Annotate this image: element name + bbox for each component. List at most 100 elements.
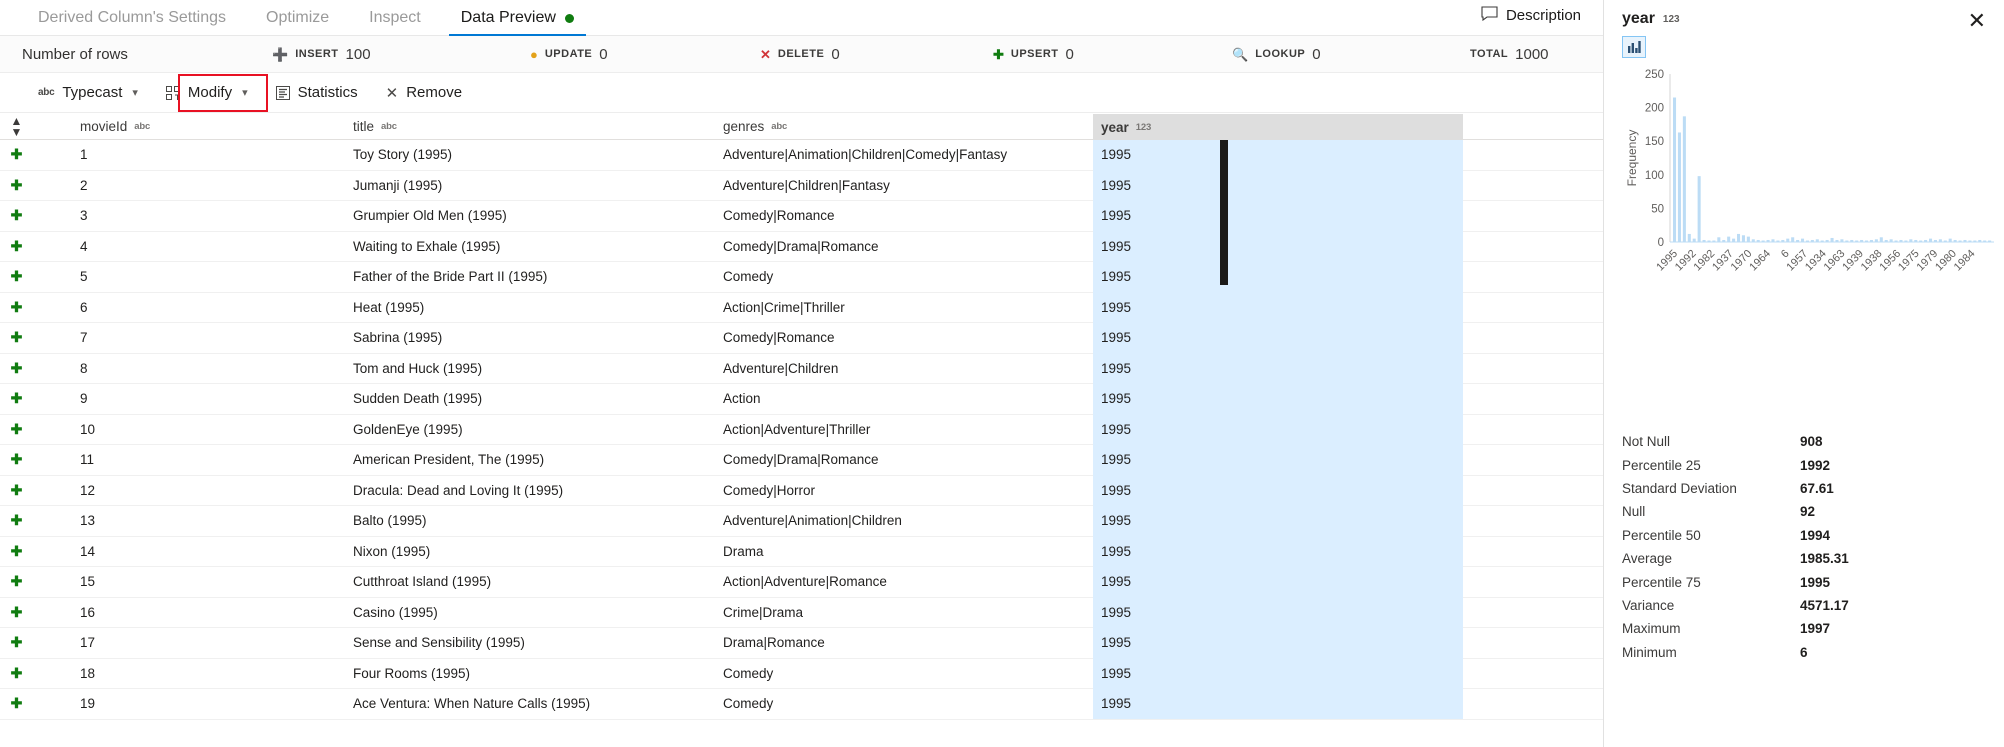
- plus-icon: ✚: [10, 146, 23, 163]
- description-label: Description: [1505, 7, 1581, 24]
- cell-year: 1995: [1093, 597, 1463, 628]
- column-type: 123: [1135, 121, 1152, 133]
- statistics-button[interactable]: Statistics: [262, 78, 372, 107]
- table-row[interactable]: ✚ 4 Waiting to Exhale (1995) Comedy|Drama|R…: [0, 231, 1603, 262]
- table-row[interactable]: ✚ 1 Toy Story (1995) Adventure|Animation|Ch…: [0, 139, 1603, 171]
- expand-row-button[interactable]: ✚: [0, 604, 33, 621]
- column-header-movieid[interactable]: movieId abc: [33, 119, 353, 134]
- statistic-row: Percentile 75 1995: [1622, 570, 1990, 593]
- frequency-histogram: 0 50 100 150 200 250 Frequency 1995 1992 1982 1937…: [1622, 64, 2000, 314]
- abc-icon: abc: [38, 87, 55, 98]
- expand-row-button[interactable]: ✚: [0, 329, 33, 346]
- expand-row-button[interactable]: ✚: [0, 512, 33, 529]
- column-header-genres[interactable]: genres abc: [723, 119, 1093, 134]
- bar-chart-icon[interactable]: [1622, 36, 1646, 58]
- grid-header-row: ▲ ▼ movieId abc title abc genres abc year…: [0, 114, 1603, 140]
- statistic-row: Percentile 25 1992: [1622, 453, 1990, 476]
- modify-button[interactable]: Modify ▾: [152, 78, 262, 107]
- cell-genres: Drama|Romance: [723, 635, 825, 651]
- tab-optimize[interactable]: Optimize: [246, 9, 349, 35]
- table-row[interactable]: ✚ 7 Sabrina (1995) Comedy|Romance 1995: [0, 322, 1603, 354]
- cell-title: Tom and Huck (1995): [353, 360, 483, 376]
- cell-genres: Crime|Drama: [723, 604, 804, 620]
- expand-row-button[interactable]: ✚: [0, 390, 33, 407]
- expand-row-button[interactable]: ✚: [0, 146, 33, 163]
- tab-inspect[interactable]: Inspect: [349, 9, 441, 35]
- cell-movieid: 3: [80, 208, 88, 224]
- statistic-value: 67.61: [1800, 480, 1834, 496]
- column-header-title[interactable]: title abc: [353, 119, 723, 134]
- expand-row-button[interactable]: ✚: [0, 177, 33, 194]
- sort-icon: ▲ ▼: [10, 114, 23, 139]
- cell-title: Ace Ventura: When Nature Calls (1995): [353, 696, 591, 712]
- plus-icon: ✚: [10, 329, 23, 346]
- cell-title: Grumpier Old Men (1995): [353, 208, 507, 224]
- pencil-dot-icon: ●: [530, 46, 538, 62]
- statistic-label: Standard Deviation: [1622, 480, 1737, 496]
- expand-row-button[interactable]: ✚: [0, 634, 33, 651]
- typecast-label: Typecast: [62, 84, 123, 101]
- column-header-year[interactable]: year 123: [1093, 114, 1463, 140]
- table-row[interactable]: ✚ 14 Nixon (1995) Drama 1995: [0, 536, 1603, 567]
- cell-movieid: 12: [80, 482, 96, 498]
- statistic-value: 1992: [1800, 457, 1831, 473]
- table-row[interactable]: ✚ 5 Father of the Bride Part II (1995) Come…: [0, 261, 1603, 293]
- expand-row-button[interactable]: ✚: [0, 360, 33, 377]
- expand-row-button[interactable]: ✚: [0, 238, 33, 255]
- tab-derived-columns-settings[interactable]: Derived Column's Settings: [18, 9, 246, 35]
- cell-movieid: 14: [80, 543, 96, 559]
- table-row[interactable]: ✚ 15 Cutthroat Island (1995) Action|Adventu…: [0, 566, 1603, 598]
- expand-row-button[interactable]: ✚: [0, 268, 33, 285]
- table-row[interactable]: ✚ 16 Casino (1995) Crime|Drama 1995: [0, 597, 1603, 628]
- modify-label: Modify: [187, 84, 233, 101]
- table-row[interactable]: ✚ 8 Tom and Huck (1995) Adventure|Children 1…: [0, 353, 1603, 384]
- statistic-row: Average 1985.31: [1622, 547, 1990, 570]
- count-total: TOTAL 1000: [1470, 46, 1549, 63]
- cell-genres: Adventure|Animation|Children: [723, 513, 902, 529]
- table-row[interactable]: ✚ 9 Sudden Death (1995) Action 1995: [0, 383, 1603, 415]
- expand-row-button[interactable]: ✚: [0, 482, 33, 499]
- description-button[interactable]: Description: [1481, 6, 1581, 25]
- table-row[interactable]: ✚ 6 Heat (1995) Action|Crime|Thriller 1995: [0, 292, 1603, 323]
- table-row[interactable]: ✚ 19 Ace Ventura: When Nature Calls (1995)…: [0, 688, 1603, 720]
- svg-text:50: 50: [1651, 203, 1664, 215]
- expand-row-button[interactable]: ✚: [0, 451, 33, 468]
- tab-label: Derived Column's Settings: [38, 9, 227, 26]
- expand-row-button[interactable]: ✚: [0, 695, 33, 712]
- sort-toggle[interactable]: ▲ ▼: [0, 114, 33, 139]
- count-value: 0: [1312, 45, 1321, 63]
- expand-row-button[interactable]: ✚: [0, 421, 33, 438]
- cell-title: Sense and Sensibility (1995): [353, 635, 525, 651]
- expand-row-button[interactable]: ✚: [0, 207, 33, 224]
- table-row[interactable]: ✚ 10 GoldenEye (1995) Action|Adventure|Thri…: [0, 414, 1603, 445]
- cell-year: 1995: [1093, 566, 1463, 597]
- expand-row-button[interactable]: ✚: [0, 573, 33, 590]
- remove-button[interactable]: ✕ Remove: [372, 78, 476, 108]
- statistic-label: Percentile 75: [1622, 574, 1701, 590]
- expand-row-button[interactable]: ✚: [0, 299, 33, 316]
- cell-genres: Comedy|Drama|Romance: [723, 452, 879, 468]
- table-row[interactable]: ✚ 11 American President, The (1995) Comedy|…: [0, 444, 1603, 476]
- expand-row-button[interactable]: ✚: [0, 665, 33, 682]
- count-update: ● UPDATE 0: [530, 46, 608, 63]
- table-row[interactable]: ✚ 13 Balto (1995) Adventure|Animation|Child…: [0, 505, 1603, 537]
- vertical-scrollbar[interactable]: [1220, 140, 1228, 285]
- close-panel-button[interactable]: ✕: [1968, 10, 1986, 32]
- table-row[interactable]: ✚ 2 Jumanji (1995) Adventure|Children|Fanta…: [0, 170, 1603, 201]
- typecast-button[interactable]: abc Typecast ▾: [24, 78, 152, 107]
- table-row[interactable]: ✚ 3 Grumpier Old Men (1995) Comedy|Romance 1…: [0, 200, 1603, 232]
- expand-row-button[interactable]: ✚: [0, 543, 33, 560]
- tab-data-preview[interactable]: Data Preview: [441, 9, 594, 36]
- tab-label: Data Preview: [460, 9, 556, 26]
- cell-title: Casino (1995): [353, 604, 438, 620]
- statistic-label: Percentile 50: [1622, 527, 1701, 543]
- column-type: abc: [381, 121, 397, 132]
- plus-icon: ✚: [10, 573, 23, 590]
- cell-title: Nixon (1995): [353, 543, 431, 559]
- count-insert: ➕ INSERT 100: [272, 46, 371, 63]
- plus-icon: ✚: [10, 298, 23, 315]
- table-row[interactable]: ✚ 18 Four Rooms (1995) Comedy 1995: [0, 658, 1603, 689]
- table-row[interactable]: ✚ 12 Dracula: Dead and Loving It (1995) Com…: [0, 475, 1603, 506]
- table-row[interactable]: ✚ 17 Sense and Sensibility (1995) Drama|Rom…: [0, 627, 1603, 659]
- plus-icon: ✚: [10, 603, 23, 620]
